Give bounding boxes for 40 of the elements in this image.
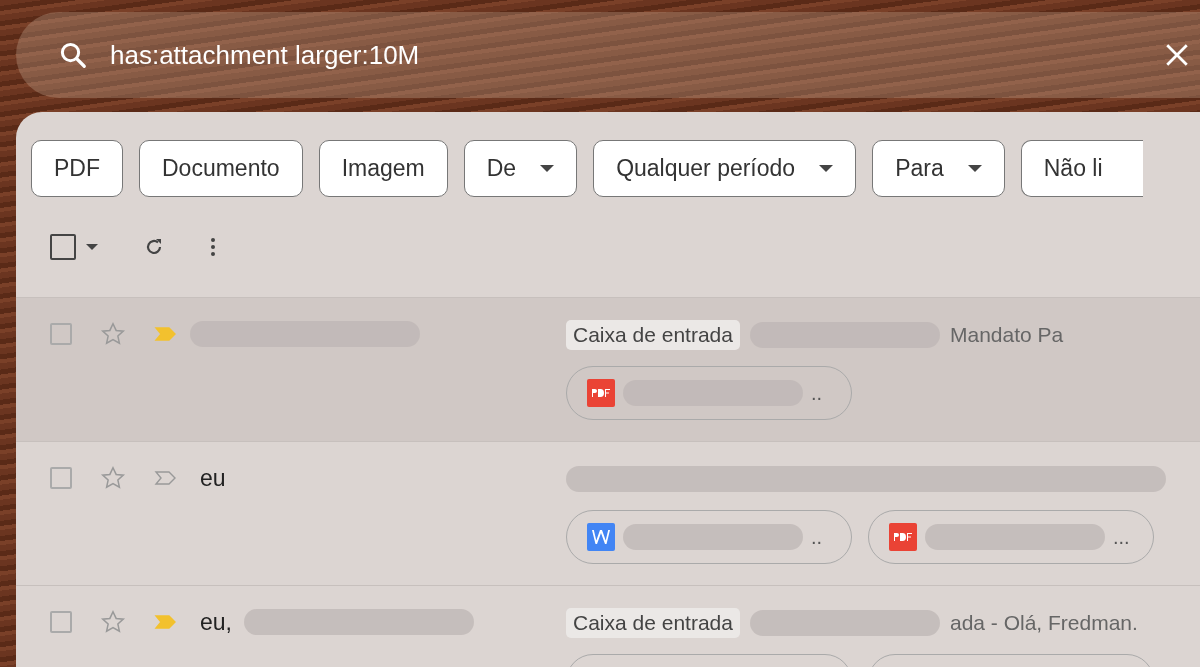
filter-chip[interactable]: PDF: [31, 140, 123, 197]
row-checkbox[interactable]: [50, 611, 72, 633]
inbox-label: Caixa de entrada: [566, 608, 740, 638]
star-icon[interactable]: [100, 465, 126, 491]
attachment-name: ..: [811, 525, 823, 549]
filter-chip[interactable]: De: [463, 140, 578, 197]
star-icon[interactable]: [100, 609, 126, 635]
star-icon[interactable]: [100, 321, 126, 347]
caret-icon[interactable]: [86, 244, 98, 250]
filter-chip[interactable]: Qualquer período: [593, 140, 857, 197]
search-field[interactable]: has:attachment larger:10M: [16, 12, 1200, 98]
row-checkbox[interactable]: [50, 323, 72, 345]
caret-icon: [540, 165, 555, 172]
filter-chip[interactable]: Não li: [1020, 140, 1143, 197]
close-icon[interactable]: [1164, 42, 1190, 68]
email-row[interactable]: eu, Caixa de entrada ada - Olá, Fredman.: [16, 585, 1200, 667]
pdf-file-icon: [889, 523, 917, 551]
importance-marker-icon[interactable]: [154, 614, 178, 630]
row-checkbox[interactable]: [50, 467, 72, 489]
attachment-name: ...: [1113, 525, 1130, 549]
sender-name: eu,: [200, 608, 232, 636]
pdf-file-icon: [587, 379, 615, 407]
importance-marker-icon[interactable]: [154, 470, 178, 486]
attachment-name: ..: [811, 381, 823, 405]
select-all-checkbox[interactable]: [50, 234, 76, 260]
email-snippet: ada - Olá, Fredman.: [949, 611, 1138, 635]
word-file-icon: [587, 523, 615, 551]
more-options-icon[interactable]: [210, 236, 216, 258]
importance-marker-icon[interactable]: [154, 326, 178, 342]
filter-chip[interactable]: Para: [872, 140, 1005, 197]
caret-icon: [819, 165, 834, 172]
email-row[interactable]: eu .. ...: [16, 441, 1200, 585]
inbox-label: Caixa de entrada: [566, 320, 740, 350]
search-icon: [58, 40, 88, 70]
sender-name: eu: [200, 464, 226, 492]
email-row[interactable]: Caixa de entrada Mandato Pa ..: [16, 297, 1200, 441]
filter-chip[interactable]: Imagem: [318, 140, 448, 197]
filter-chip[interactable]: Documento: [139, 140, 303, 197]
caret-icon: [967, 165, 982, 172]
email-snippet: Mandato Pa: [949, 323, 1064, 347]
